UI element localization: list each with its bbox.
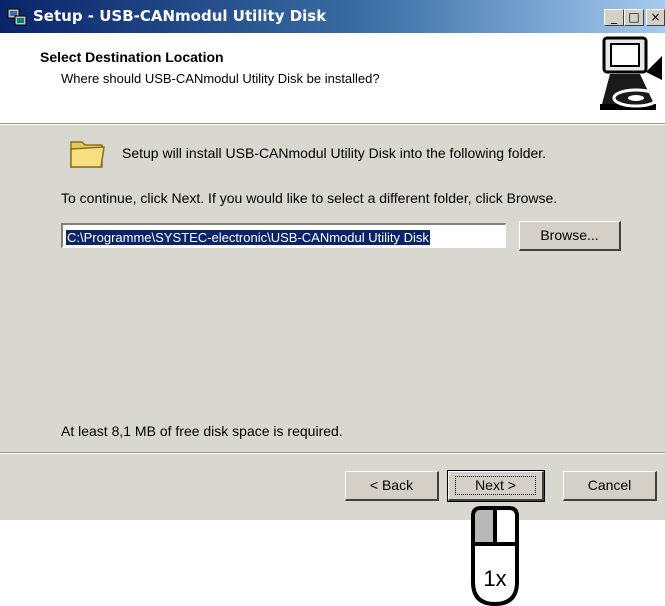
wizard-header: Select Destination Location Where should… — [0, 33, 665, 123]
title-bar[interactable]: Setup - USB-CANmodul Utility Disk _ □ × — [0, 0, 665, 33]
mouse-left-click-icon: 1x — [471, 506, 519, 606]
maximize-icon: □ — [628, 10, 640, 24]
folder-icon — [70, 141, 105, 168]
setup-computer-icon — [7, 8, 27, 26]
install-info-text: Setup will install USB-CANmodul Utility … — [122, 145, 547, 161]
close-button[interactable]: × — [646, 9, 665, 26]
close-icon: × — [650, 10, 661, 24]
computer-disk-icon — [596, 34, 665, 114]
back-button-label: < Back — [369, 477, 414, 493]
browse-button[interactable]: Browse... — [519, 221, 621, 251]
page-title: Select Destination Location — [40, 49, 224, 65]
page-subtitle: Where should USB-CANmodul Utility Disk b… — [61, 71, 380, 86]
cancel-button-label: Cancel — [587, 477, 632, 493]
footer-divider — [0, 452, 665, 454]
continue-instructions: To continue, click Next. If you would li… — [61, 190, 558, 206]
minimize-icon: _ — [611, 10, 617, 24]
minimize-button[interactable]: _ — [604, 9, 624, 26]
destination-path-value: C:\Programme\SYSTEC-electronic\USB-CANmo… — [66, 230, 430, 245]
disk-space-text: At least 8,1 MB of free disk space is re… — [61, 423, 343, 439]
maximize-button[interactable]: □ — [624, 9, 644, 26]
back-button[interactable]: < Back — [345, 471, 439, 501]
browse-button-label: Browse... — [540, 227, 599, 243]
click-count-label: 1x — [483, 566, 506, 591]
destination-path-input[interactable]: C:\Programme\SYSTEC-electronic\USB-CANmo… — [61, 223, 506, 248]
header-divider — [0, 123, 665, 125]
cancel-button[interactable]: Cancel — [563, 471, 657, 501]
next-focus-ring — [455, 476, 536, 495]
setup-window: Setup - USB-CANmodul Utility Disk _ □ × … — [0, 0, 665, 520]
window-title: Setup - USB-CANmodul Utility Disk — [33, 7, 327, 25]
next-button[interactable]: Next > — [447, 470, 545, 502]
